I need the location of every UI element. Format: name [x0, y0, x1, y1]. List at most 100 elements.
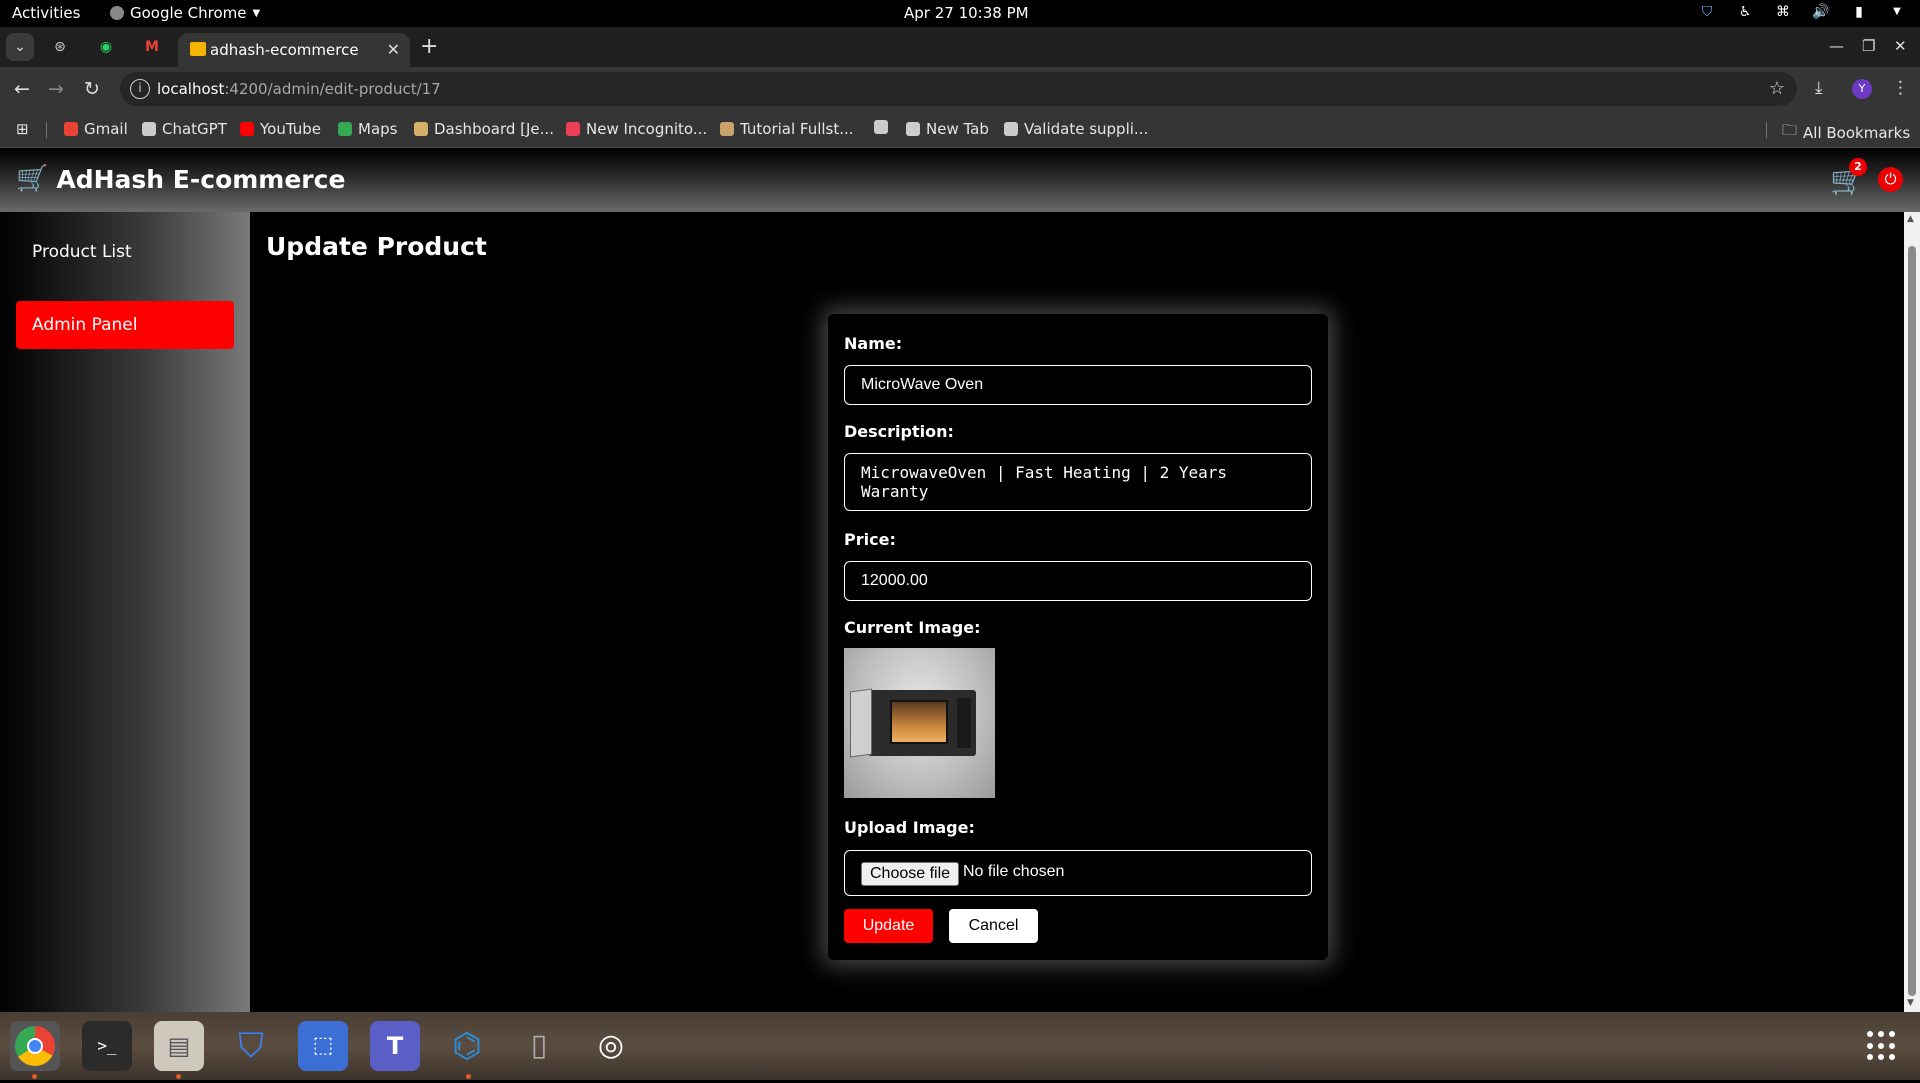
battery-icon[interactable]: ▮ — [1850, 3, 1868, 21]
show-apps-icon[interactable] — [1867, 1031, 1897, 1061]
site-info-icon[interactable]: i — [130, 79, 150, 99]
no-file-text: No file chosen — [963, 863, 1065, 880]
bookmark-label: YouTube — [260, 120, 321, 138]
minimize-icon[interactable]: — — [1829, 37, 1844, 55]
globe-icon — [874, 120, 888, 134]
bookmark-item[interactable]: Maps — [338, 120, 397, 138]
bookmark-item[interactable]: Validate suppli... — [1004, 120, 1148, 138]
description-textarea[interactable]: MicrowaveOven | Fast Heating | 2 Years W… — [844, 453, 1312, 511]
bookmark-item[interactable]: Gmail — [64, 120, 128, 138]
shopping-cart-logo-icon: 🛒 — [16, 164, 49, 194]
page-title: Update Product — [266, 232, 487, 261]
bookmark-item[interactable] — [874, 120, 888, 134]
restore-icon[interactable]: ❐ — [1862, 37, 1875, 55]
chrome-small-icon — [110, 6, 124, 20]
bookmark-item[interactable]: YouTube — [240, 120, 321, 138]
pinned-tab-chatgpt[interactable]: ⊛ — [48, 35, 72, 59]
clock[interactable]: Apr 27 10:38 PM — [904, 4, 1029, 22]
bookmark-label: Tutorial Fullst... — [740, 120, 854, 138]
system-tray[interactable]: ⛉ ♿ ⌘ 🔊 ▮ ▼ — [1698, 3, 1906, 21]
activities-button[interactable]: Activities — [12, 4, 80, 22]
current-image-label: Current Image: — [844, 618, 981, 637]
sidebar-item-admin-panel[interactable]: Admin Panel — [16, 301, 234, 349]
gmail-icon — [64, 122, 78, 136]
profile-avatar[interactable]: Y — [1852, 79, 1872, 99]
scrollbar-thumb[interactable] — [1908, 246, 1916, 996]
terminal-dock-icon[interactable]: >_ — [82, 1021, 132, 1071]
pinned-tab-gmail[interactable]: M — [140, 35, 164, 59]
bookmark-item[interactable]: ChatGPT — [142, 120, 227, 138]
close-window-icon[interactable]: ✕ — [1894, 37, 1907, 55]
name-input[interactable]: MicroWave Oven — [844, 365, 1312, 405]
chrome-dock-icon[interactable] — [10, 1021, 60, 1071]
description-label: Description: — [844, 422, 954, 441]
files-dock-icon[interactable]: ▤ — [154, 1021, 204, 1071]
download-icon[interactable]: ⤓ — [1815, 78, 1823, 98]
tab-search-icon[interactable]: ⌄ — [6, 33, 34, 61]
main-content: Update Product Name: MicroWave Oven Desc… — [250, 212, 1904, 1012]
close-tab-icon[interactable]: ✕ — [387, 40, 400, 59]
running-indicator — [466, 1074, 471, 1079]
upload-image-input[interactable]: Choose file No file chosen — [844, 850, 1312, 896]
logout-icon[interactable]: ⏻ — [1878, 167, 1903, 192]
choose-file-button[interactable]: Choose file — [861, 862, 960, 886]
pinned-tab-whatsapp[interactable]: ◉ — [94, 35, 118, 59]
accessibility-icon[interactable]: ♿ — [1736, 3, 1754, 21]
bookmark-item[interactable]: New Incognito... — [566, 120, 707, 138]
tab-adhash-ecommerce[interactable]: adhash-ecommerce ✕ — [178, 33, 410, 67]
apps-grid-icon[interactable]: ⊞ — [16, 120, 29, 138]
bookmark-item[interactable]: Tutorial Fullst... — [720, 120, 854, 138]
running-indicator — [32, 1074, 37, 1079]
running-indicator — [176, 1074, 181, 1079]
security-shield-dock-icon[interactable]: ⛉ — [226, 1021, 276, 1071]
bookmark-item[interactable]: New Tab — [906, 120, 989, 138]
scroll-down-icon[interactable]: ▼ — [1907, 998, 1914, 1008]
camera-dock-icon[interactable]: ◎ — [586, 1021, 636, 1071]
update-button[interactable]: Update — [844, 909, 933, 943]
app-menu[interactable]: Google Chrome ▼ — [110, 4, 260, 22]
page-scrollbar[interactable]: ▲ ▼ — [1904, 212, 1920, 1012]
tab-title: adhash-ecommerce — [210, 41, 359, 59]
vscode-dock-icon[interactable]: ⌬ — [442, 1021, 492, 1071]
microwave-oven-picture — [850, 688, 976, 758]
device-dock-icon[interactable]: ▯ — [514, 1021, 564, 1071]
reload-icon[interactable]: ↻ — [84, 77, 100, 101]
address-bar[interactable]: i localhost:4200/admin/edit-product/17 ☆ — [120, 72, 1797, 106]
bookmarks-bar: ⊞ Gmail ChatGPT YouTube Maps Dashboard [Je..… — [0, 111, 1920, 148]
cancel-button[interactable]: Cancel — [949, 909, 1038, 943]
pocket-icon — [566, 122, 580, 136]
browser-toolbar: ← → ↻ i localhost:4200/admin/edit-produc… — [0, 67, 1920, 111]
new-tab-button[interactable]: + — [420, 35, 438, 59]
current-product-image — [844, 648, 995, 798]
price-input[interactable]: 12000.00 — [844, 561, 1312, 601]
chatgpt-icon — [1004, 122, 1018, 136]
maps-icon — [338, 122, 352, 136]
youtube-icon — [240, 122, 254, 136]
volume-icon[interactable]: 🔊 — [1812, 3, 1830, 21]
forward-icon[interactable]: → — [48, 77, 64, 101]
teams-dock-icon[interactable]: T — [370, 1021, 420, 1071]
bookmark-item[interactable]: Dashboard [Je... — [414, 120, 554, 138]
screenshot-tool-dock-icon[interactable]: ⬚ — [298, 1021, 348, 1071]
name-label: Name: — [844, 334, 903, 353]
sidebar-item-product-list[interactable]: Product List — [16, 228, 234, 276]
chrome-menu-icon[interactable]: ⋮ — [1892, 78, 1909, 98]
tutorial-icon — [720, 122, 734, 136]
brand[interactable]: 🛒 AdHash E-commerce — [16, 164, 345, 194]
network-icon[interactable]: ⌘ — [1774, 3, 1792, 21]
bookmark-label: Gmail — [84, 120, 128, 138]
taskbar-dock: >_ ▤ ⛉ ⬚ T ⌬ ▯ ◎ — [0, 1012, 1920, 1080]
all-bookmarks-button[interactable]: 🗀 All Bookmarks — [1782, 120, 1910, 145]
back-icon[interactable]: ← — [14, 77, 30, 101]
shield-tray-icon[interactable]: ⛉ — [1698, 3, 1716, 21]
bookmark-star-icon[interactable]: ☆ — [1769, 78, 1785, 99]
url-text[interactable]: localhost:4200/admin/edit-product/17 — [157, 80, 441, 98]
system-menu-caret-icon[interactable]: ▼ — [1888, 3, 1906, 21]
bookmark-separator — [46, 122, 47, 138]
update-product-form: Name: MicroWave Oven Description: Microw… — [828, 314, 1328, 960]
app-header: 🛒 AdHash E-commerce 🛒 2 ⏻ — [0, 148, 1920, 212]
bookmark-label: New Incognito... — [586, 120, 708, 138]
scroll-up-icon[interactable]: ▲ — [1907, 214, 1914, 224]
cart-favicon-icon — [190, 42, 206, 56]
system-top-bar: Activities Google Chrome ▼ Apr 27 10:38 … — [0, 0, 1920, 27]
